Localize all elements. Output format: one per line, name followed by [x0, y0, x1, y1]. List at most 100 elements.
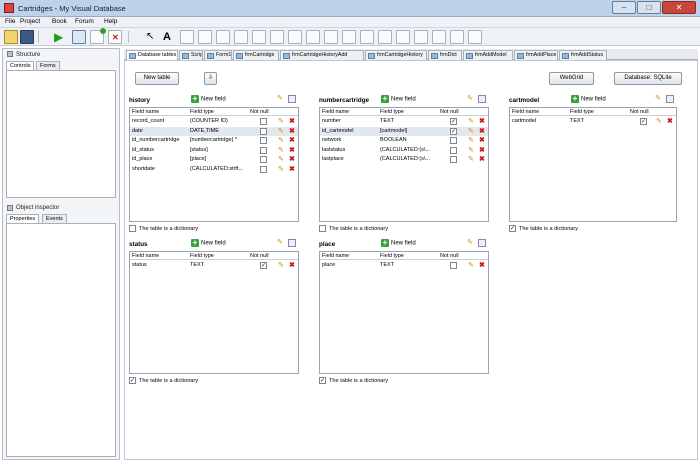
not-null-checkbox[interactable]	[260, 156, 267, 163]
tab-forms[interactable]: Forms	[36, 61, 60, 70]
not-null-checkbox[interactable]: ✓	[450, 127, 457, 135]
dictionary-checkbox[interactable]: ✓	[509, 225, 516, 232]
not-null-checkbox[interactable]	[260, 118, 267, 125]
table-row[interactable]: laststatus (CALCULATED:(s\... ✎ ✖	[320, 146, 488, 155]
dictionary-checkbox-row[interactable]: The table is a dictionary	[129, 225, 198, 232]
tab-frmcartridgehistory[interactable]: frmCartridgeHistory	[365, 50, 427, 60]
save-icon[interactable]	[20, 30, 34, 44]
edit-field-icon[interactable]: ✎	[278, 147, 284, 154]
edit-table-icon[interactable]: ✎	[655, 95, 663, 103]
edit-field-icon[interactable]: ✎	[278, 118, 284, 125]
not-null-checkbox[interactable]	[260, 137, 267, 144]
delete-field-icon[interactable]: ✖	[479, 137, 485, 144]
edit-field-icon[interactable]: ✎	[656, 118, 662, 125]
dictionary-checkbox[interactable]: ✓	[129, 377, 136, 384]
tab-controls[interactable]: Controls	[6, 61, 35, 70]
table-row[interactable]: id_status [status] ✎ ✖	[130, 146, 298, 155]
edit-field-icon[interactable]: ✎	[278, 166, 284, 173]
new-field-button[interactable]: + New field	[571, 95, 606, 103]
table-name[interactable]: status	[129, 241, 148, 248]
delete-table-icon[interactable]	[478, 95, 486, 103]
not-null-checkbox[interactable]: ✓	[260, 262, 267, 269]
counter-tool-icon[interactable]	[324, 30, 338, 44]
tab-frmaddstatus[interactable]: frmAddStatus	[559, 50, 607, 60]
edit-table-icon[interactable]: ✎	[277, 95, 285, 103]
not-null-checkbox[interactable]	[260, 127, 267, 135]
label-tool-icon[interactable]: A	[163, 30, 177, 44]
splitter-tool-icon[interactable]	[432, 30, 446, 44]
delete-field-icon[interactable]: ✖	[289, 137, 295, 144]
tab-properties[interactable]: Properties	[6, 214, 40, 223]
delete-field-icon[interactable]: ✖	[289, 262, 295, 269]
dictionary-checkbox-row[interactable]: ✓ The table is a dictionary	[509, 225, 578, 232]
delete-field-icon[interactable]: ✖	[289, 128, 295, 135]
table-row[interactable]: record_count (COUNTER ID) ✎ ✖	[130, 117, 298, 126]
tab-frmcartridgehistoryadd[interactable]: frmCartridgeHistoryAdd	[280, 50, 364, 60]
tablegrid-tool-icon[interactable]	[288, 30, 302, 44]
delete-table-icon[interactable]	[288, 239, 296, 247]
delete-field-icon[interactable]: ✖	[479, 156, 485, 163]
table-row[interactable]: id_numbercartridge [numbercartridge] ^ ✎ ✖	[130, 136, 298, 145]
not-null-checkbox[interactable]	[450, 146, 457, 154]
not-null-checkbox[interactable]	[450, 262, 457, 269]
edit-table-icon[interactable]: ✎	[277, 239, 285, 247]
table-row[interactable]: id_place [place] ✎ ✖	[130, 155, 298, 164]
textbox-tool-icon[interactable]	[180, 30, 194, 44]
panel-tool-icon[interactable]	[396, 30, 410, 44]
tabs-tool-icon[interactable]	[414, 30, 428, 44]
table-row[interactable]: shortdate (CALCULATED:strft... ✎ ✖	[130, 165, 298, 174]
maximize-button[interactable]: □	[637, 1, 661, 14]
tab-frmcartridge[interactable]: frmCartridge	[233, 50, 279, 60]
tab-events[interactable]: Events	[42, 214, 67, 223]
table-row[interactable]: date DATE,TIME ✎ ✖	[130, 126, 298, 136]
edit-field-icon[interactable]: ✎	[468, 147, 474, 154]
menu-forum[interactable]: Forum	[75, 18, 94, 25]
close-button[interactable]: ✕	[662, 1, 696, 14]
table-name[interactable]: history	[129, 97, 150, 104]
delete-table-icon[interactable]	[478, 239, 486, 247]
menu-file[interactable]: File	[5, 18, 15, 25]
table-name[interactable]: cartmodel	[509, 97, 539, 104]
edit-field-icon[interactable]: ✎	[468, 137, 474, 144]
pointer-icon[interactable]: ↖	[146, 30, 160, 44]
database-sqlite-button[interactable]: Database: SQLite	[614, 72, 682, 85]
table-row[interactable]: network BOOLEAN ✎ ✖	[320, 136, 488, 145]
memo-tool-icon[interactable]	[234, 30, 248, 44]
edit-field-icon[interactable]: ✎	[278, 128, 284, 135]
table-name[interactable]: place	[319, 241, 335, 248]
table-name[interactable]: numbercartridge	[319, 97, 369, 104]
table-row[interactable]: id_cartmodel [cartmodel] ✓ ✎ ✖	[320, 126, 488, 136]
dictionary-checkbox[interactable]	[319, 225, 326, 232]
delete-table-icon[interactable]	[288, 95, 296, 103]
delete-field-icon[interactable]: ✖	[479, 118, 485, 125]
not-null-checkbox[interactable]: ✓	[450, 118, 457, 125]
edit-field-icon[interactable]: ✎	[278, 137, 284, 144]
not-null-checkbox[interactable]	[450, 156, 457, 163]
image-tool-icon[interactable]	[306, 30, 320, 44]
groupbox-tool-icon[interactable]	[378, 30, 392, 44]
not-null-checkbox[interactable]	[260, 165, 267, 173]
edit-field-icon[interactable]: ✎	[278, 262, 284, 269]
edit-field-icon[interactable]: ✎	[468, 128, 474, 135]
table-row[interactable]: lastplace (CALCULATED:(s\... ✎ ✖	[320, 155, 488, 164]
edit-field-icon[interactable]: ✎	[468, 262, 474, 269]
run-icon[interactable]: ▶	[54, 30, 68, 44]
table-row[interactable]: cartmodel TEXT ✓ ✎ ✖	[510, 117, 676, 126]
new-field-button[interactable]: + New field	[191, 239, 226, 247]
delete-field-icon[interactable]: ✖	[479, 262, 485, 269]
button-tool-icon[interactable]	[198, 30, 212, 44]
delete-table-icon[interactable]	[666, 95, 674, 103]
delete-field-icon[interactable]: ✖	[289, 166, 295, 173]
menu-project[interactable]: Project	[20, 18, 40, 25]
delete-field-icon[interactable]: ✖	[479, 147, 485, 154]
open-folder-icon[interactable]	[4, 30, 18, 44]
edit-field-icon[interactable]: ✎	[468, 118, 474, 125]
tab-frmdict[interactable]: frmDict	[428, 50, 462, 60]
export-icon[interactable]: ⇩	[204, 72, 217, 85]
webgrid-button[interactable]: WebGrid	[549, 72, 594, 85]
delete-field-icon[interactable]: ✖	[289, 156, 295, 163]
delete-field-icon[interactable]: ✖	[479, 128, 485, 135]
dictionary-checkbox[interactable]: ✓	[319, 377, 326, 384]
spin-tool-icon[interactable]	[342, 30, 356, 44]
minimize-button[interactable]: –	[612, 1, 636, 14]
